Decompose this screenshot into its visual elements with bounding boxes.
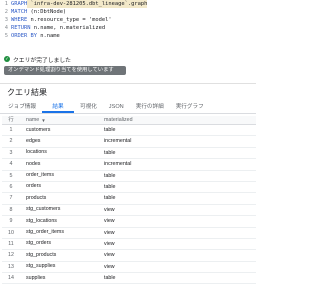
- line-number: 1: [4, 1, 8, 7]
- cell-name: stg_orders: [26, 240, 52, 247]
- cell-name: nodes: [26, 160, 41, 167]
- table-row[interactable]: 3 locations table: [2, 148, 256, 160]
- keyword: ORDER BY: [11, 33, 37, 39]
- results-title: クエリ結果: [7, 88, 47, 97]
- table-row[interactable]: 8 stg_customers view: [2, 205, 256, 217]
- row-number: 3: [9, 149, 13, 156]
- cell-name: locations: [26, 149, 47, 156]
- on-demand-banner: オンデマンド処理割り当てを使用しています: [4, 66, 126, 75]
- cell-name: stg_products: [26, 251, 57, 258]
- table-row[interactable]: 4 nodes incremental: [2, 159, 256, 171]
- tab-execution-graph[interactable]: 実行グラフ: [170, 101, 210, 113]
- code-text: (n:DbtNode): [27, 9, 67, 15]
- row-number: 2: [9, 138, 13, 145]
- code-line: 4 RETURN n.name, n.materialized: [0, 24, 256, 32]
- code-text: n.resource_type = 'model': [27, 17, 112, 23]
- row-number: 4: [9, 161, 13, 168]
- table-row[interactable]: 1 customers table: [2, 125, 256, 137]
- results-table: 行 name ▼ materialized 1 customers table 2 ed…: [2, 116, 256, 285]
- cell-materialized: view: [104, 252, 115, 259]
- table-row[interactable]: 12 stg_products view: [2, 250, 256, 262]
- cell-materialized: table: [104, 195, 116, 202]
- tab-job-info[interactable]: ジョブ情報: [0, 101, 42, 113]
- table-row[interactable]: 9 stg_locations view: [2, 216, 256, 228]
- cell-materialized: table: [104, 275, 116, 282]
- row-number: 11: [8, 240, 14, 247]
- cell-materialized: view: [104, 218, 115, 225]
- cell-name: stg_customers: [26, 206, 61, 213]
- table-row[interactable]: 6 orders table: [2, 182, 256, 194]
- table-row[interactable]: 5 order_items table: [2, 171, 256, 182]
- cell-name: products: [26, 194, 47, 201]
- row-number: 13: [8, 263, 14, 270]
- status-message: クエリが完了しました: [13, 57, 71, 64]
- cell-name: customers: [26, 126, 51, 133]
- row-number: 8: [9, 206, 13, 213]
- row-number: 1: [9, 127, 13, 133]
- line-number: 5: [4, 33, 8, 39]
- results-tabs: ジョブ情報 結果 可視化 JSON 実行の詳細 実行グラフ: [0, 101, 256, 114]
- code-line: 3 WHERE n.resource_type = 'model': [0, 16, 256, 24]
- code-text: `infra-dev-281205.dbt_lineage`.graph: [27, 0, 148, 8]
- row-number: 7: [9, 195, 13, 202]
- cell-name: stg_supplies: [26, 263, 56, 270]
- cell-materialized: view: [104, 206, 115, 213]
- keyword: WHERE: [11, 17, 28, 23]
- keyword: GRAPH: [11, 1, 28, 7]
- cell-materialized: view: [104, 240, 115, 247]
- cell-materialized: table: [104, 127, 116, 133]
- row-number: 10: [8, 229, 14, 236]
- row-number: 6: [9, 183, 13, 190]
- header-materialized[interactable]: materialized: [102, 116, 256, 124]
- header-name-label: name: [26, 116, 40, 123]
- line-number: 4: [4, 25, 8, 31]
- cell-name: orders: [26, 183, 42, 190]
- cell-materialized: view: [104, 229, 115, 236]
- code-line: 2 MATCH (n:DbtNode): [0, 8, 256, 16]
- code-text: n.name: [36, 33, 60, 39]
- table-row[interactable]: 10 stg_order_items view: [2, 228, 256, 239]
- row-number: 14: [8, 275, 14, 282]
- tab-visualization[interactable]: 可視化: [74, 101, 103, 113]
- row-number: 9: [9, 218, 13, 225]
- code-line: 1 GRAPH `infra-dev-281205.dbt_lineage`.g…: [0, 0, 256, 8]
- code-line: 5 ORDER BY n.name: [0, 32, 256, 40]
- cell-materialized: table: [104, 149, 116, 156]
- query-editor[interactable]: 1 GRAPH `infra-dev-281205.dbt_lineage`.g…: [0, 0, 256, 50]
- table-row[interactable]: 7 products table: [2, 193, 256, 205]
- cell-materialized: table: [104, 172, 116, 179]
- keyword: MATCH: [11, 9, 28, 15]
- table-row[interactable]: 13 stg_supplies view: [2, 262, 256, 274]
- header-name[interactable]: name ▼: [20, 116, 102, 124]
- sort-arrow-icon[interactable]: ▼: [41, 116, 45, 125]
- row-number: 12: [8, 252, 14, 259]
- tab-execution-details[interactable]: 実行の詳細: [130, 101, 170, 113]
- check-circle-icon: ✓: [4, 56, 10, 62]
- cell-materialized: table: [104, 183, 116, 190]
- table-body: 1 customers table 2 edges incremental 3 locatio…: [2, 125, 256, 285]
- row-number: 5: [9, 172, 13, 179]
- table-row[interactable]: 14 supplies table: [2, 273, 256, 285]
- tab-json[interactable]: JSON: [103, 101, 130, 113]
- line-number: 3: [4, 17, 8, 23]
- cell-materialized: incremental: [104, 138, 132, 145]
- cell-name: order_items: [26, 172, 54, 179]
- cell-name: supplies: [26, 274, 46, 281]
- query-status: ✓ クエリが完了しました: [4, 55, 71, 64]
- header-row-number: 行: [8, 117, 14, 123]
- cell-name: edges: [26, 137, 41, 144]
- code-text: n.name, n.materialized: [30, 25, 106, 31]
- divider: [0, 83, 256, 84]
- tab-results[interactable]: 結果: [42, 101, 74, 113]
- table-row[interactable]: 11 stg_orders view: [2, 239, 256, 251]
- table-row[interactable]: 2 edges incremental: [2, 136, 256, 148]
- cell-name: stg_order_items: [26, 229, 64, 236]
- line-number: 2: [4, 9, 8, 15]
- keyword: RETURN: [11, 25, 31, 31]
- cell-materialized: incremental: [104, 161, 132, 168]
- cell-materialized: view: [104, 263, 115, 270]
- cell-name: stg_locations: [26, 217, 57, 224]
